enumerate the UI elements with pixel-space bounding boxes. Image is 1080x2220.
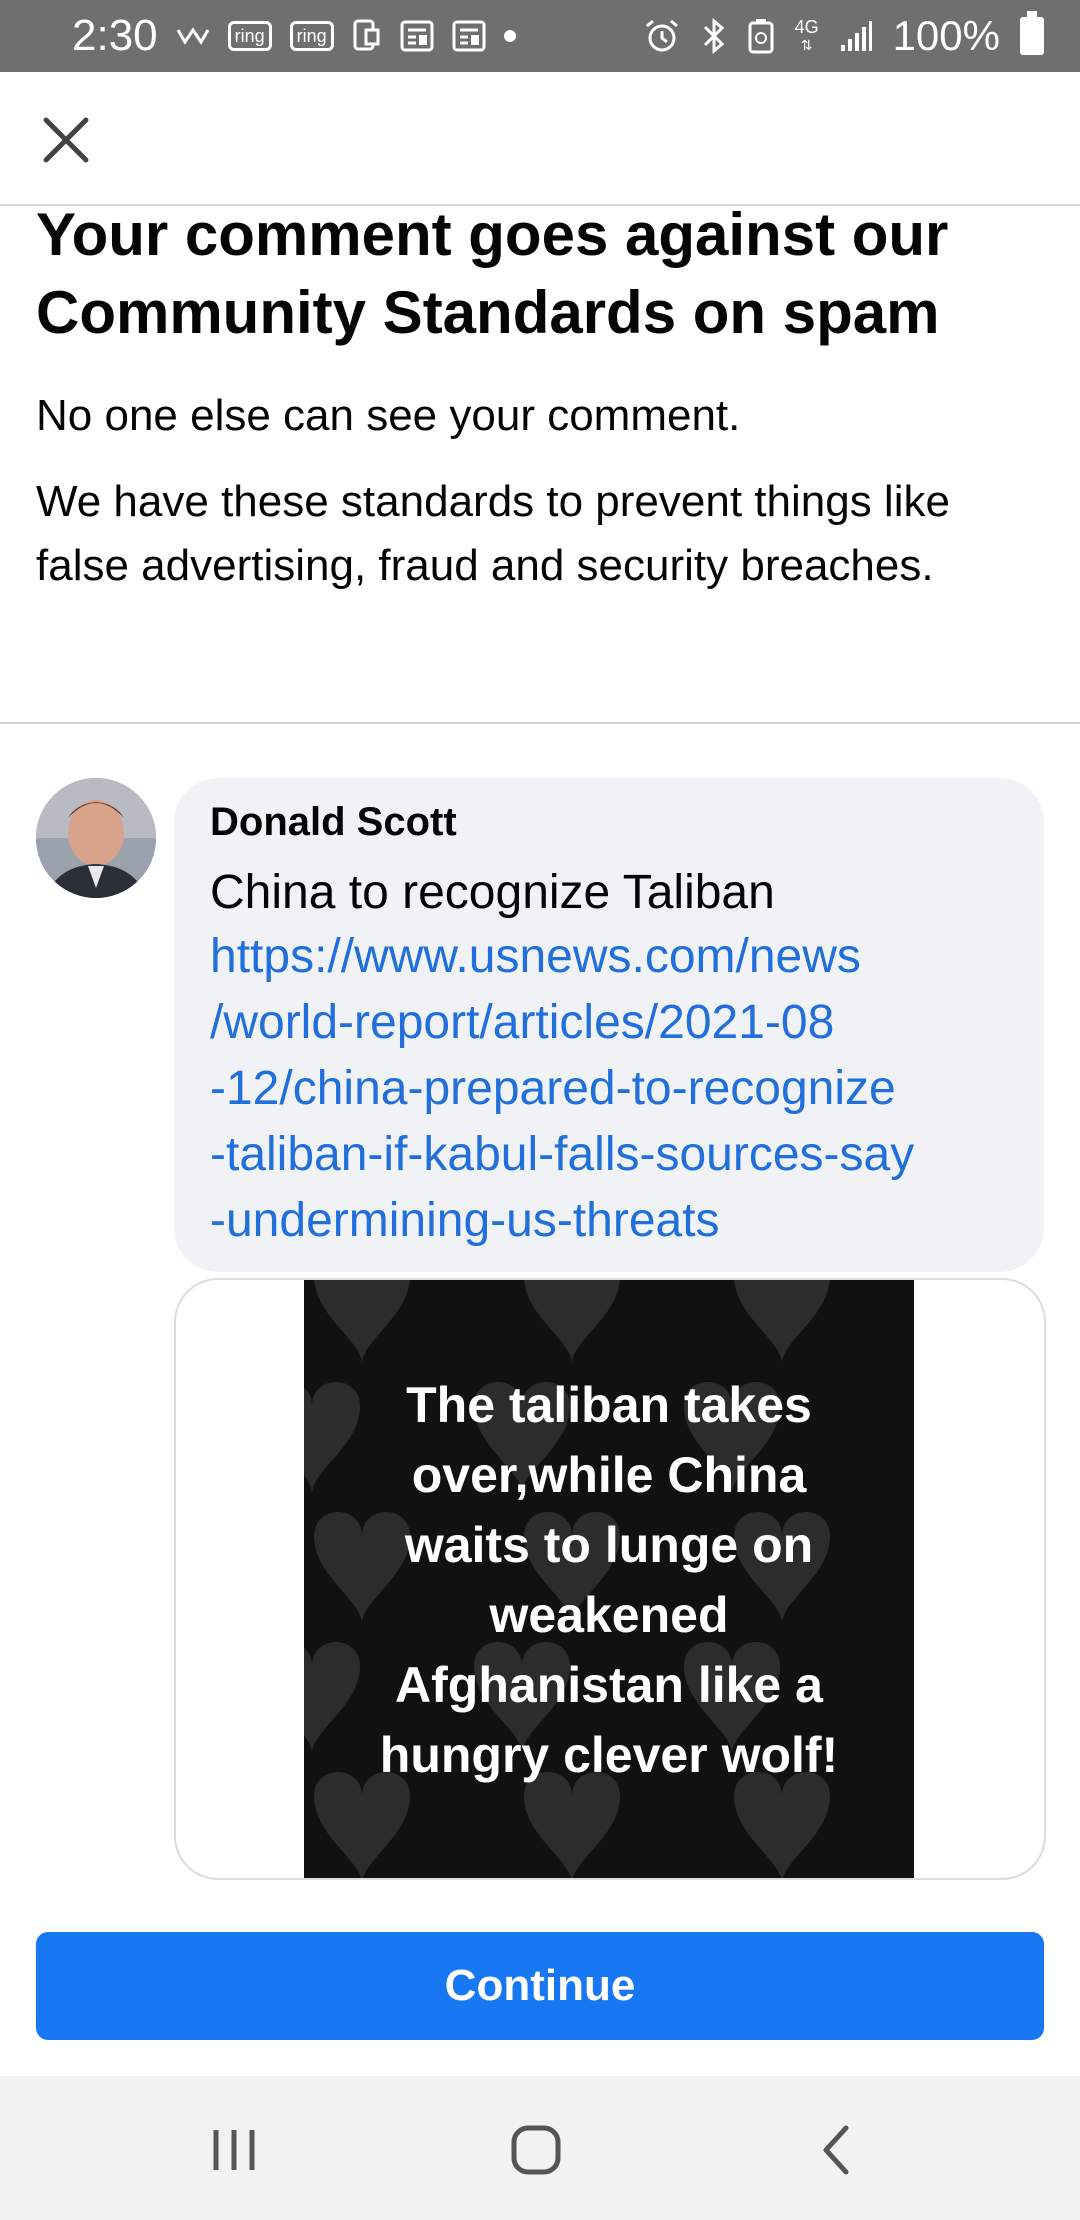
- home-icon: [511, 2125, 561, 2175]
- battery-percent: 100%: [892, 12, 1000, 59]
- ring-icon: ring: [289, 21, 334, 51]
- phone-icon: [352, 18, 382, 54]
- attachment-caption-line: over,while China: [411, 1447, 807, 1503]
- home-button[interactable]: [506, 2122, 566, 2178]
- battery-saver-icon: [747, 17, 775, 55]
- status-bar: 2:30 ring ring 4G ⇅ 100%: [0, 0, 1080, 72]
- back-button[interactable]: [808, 2122, 868, 2178]
- close-icon: [43, 117, 89, 163]
- avatar-photo: [36, 778, 156, 898]
- comment-link[interactable]: https://www.usnews.com/news /world-repor…: [210, 924, 1020, 1254]
- ring-icon: ring: [227, 21, 272, 51]
- comment-link-line[interactable]: -undermining-us-threats: [210, 1188, 1020, 1254]
- news-icon: [452, 20, 486, 52]
- bluetooth-icon: [701, 17, 727, 55]
- signal-icon: [839, 19, 873, 53]
- battery-icon: [1020, 11, 1044, 55]
- dot-icon: [503, 30, 516, 42]
- comment-link-line[interactable]: https://www.usnews.com/news: [210, 924, 1020, 990]
- recent-apps-icon: [213, 2130, 255, 2170]
- comment-link-line[interactable]: -taliban-if-kabul-falls-sources-say: [210, 1122, 1020, 1188]
- 4g-icon: 4G ⇅: [794, 17, 819, 53]
- attachment-caption-line: waits to lunge on: [404, 1517, 814, 1573]
- comment-bubble: Donald Scott China to recognize Taliban …: [174, 778, 1044, 1272]
- attachment-caption-line: Afghanistan like a: [395, 1657, 823, 1713]
- attachment-caption: The taliban takes over,while China waits…: [304, 1370, 914, 1790]
- status-time: 2:30: [72, 11, 158, 60]
- dialog-header: [0, 72, 1080, 206]
- comment-link-line[interactable]: -12/china-prepared-to-recognize: [210, 1056, 1020, 1122]
- alarm-icon: [643, 17, 681, 55]
- attachment-caption-line: The taliban takes: [406, 1377, 812, 1433]
- recent-apps-button[interactable]: [204, 2122, 264, 2178]
- comment-attachment[interactable]: The taliban takes over,while China waits…: [174, 1278, 1046, 1880]
- divider: [0, 722, 1080, 724]
- continue-button[interactable]: Continue: [36, 1932, 1044, 2040]
- dialog-title: Your comment goes against our Community …: [36, 201, 949, 346]
- avatar[interactable]: [36, 778, 156, 898]
- news-icon: [400, 20, 434, 52]
- comment-link-line[interactable]: /world-report/articles/2021-08: [210, 990, 1020, 1056]
- back-icon: [823, 2125, 849, 2175]
- attachment-image: The taliban takes over,while China waits…: [304, 1280, 914, 1878]
- navigation-bar: [0, 2076, 1080, 2220]
- close-button[interactable]: [38, 112, 94, 168]
- attachment-caption-line: hungry clever wolf!: [379, 1727, 839, 1783]
- vw-icon: [176, 26, 210, 46]
- comment-text: China to recognize Taliban: [210, 866, 775, 919]
- dialog-explanation: We have these standards to prevent thing…: [36, 477, 950, 590]
- dialog-subtitle: No one else can see your comment.: [36, 391, 741, 440]
- comment-author[interactable]: Donald Scott: [210, 800, 457, 845]
- attachment-caption-line: weakened: [489, 1587, 729, 1643]
